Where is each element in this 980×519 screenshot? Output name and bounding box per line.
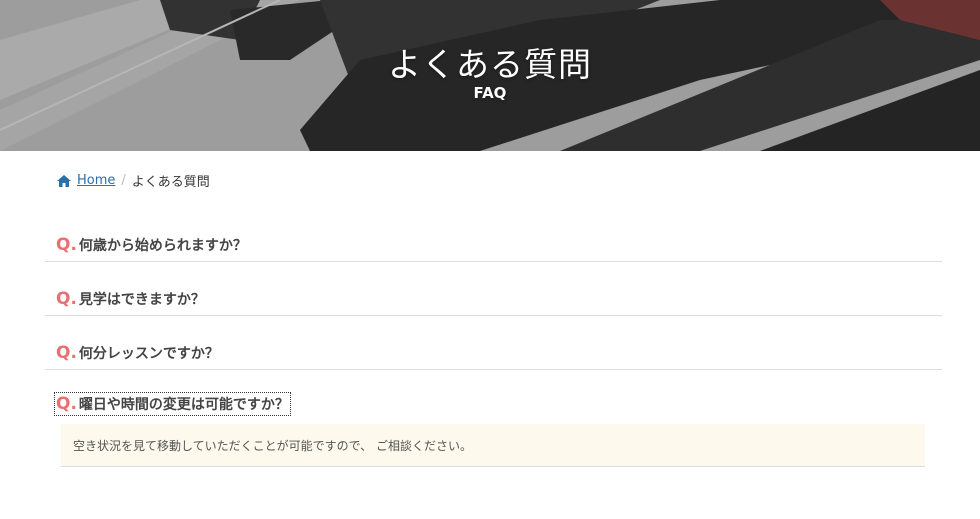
faq-item[interactable]: Q. 何分レッスンですか？ — [45, 337, 942, 370]
breadcrumb-separator: / — [121, 173, 126, 188]
breadcrumb-current: よくある質問 — [131, 175, 210, 190]
divider — [45, 369, 942, 370]
faq-question[interactable]: Q. 何分レッスンですか？ — [45, 337, 942, 369]
faq-question[interactable]: Q. 曜日や時間の変更は可能ですか？ — [45, 392, 942, 416]
faq-item-expanded[interactable]: Q. 曜日や時間の変更は可能ですか？ — [45, 392, 942, 416]
breadcrumb-home-link[interactable]: Home — [77, 173, 115, 188]
breadcrumb: Home / よくある質問 — [57, 171, 210, 190]
faq-answer: 空き状況を見て移動していただくことが可能ですので、 ご相談ください。 — [61, 424, 925, 467]
faq-question-text: 見学はできますか？ — [78, 292, 205, 308]
hero-banner: よくある質問 FAQ — [0, 0, 980, 151]
faq-question-focus[interactable]: Q. 曜日や時間の変更は可能ですか？ — [54, 392, 291, 416]
page-title: よくある質問 — [388, 45, 592, 84]
q-mark: Q. — [56, 289, 77, 309]
q-mark: Q. — [56, 235, 77, 255]
q-mark: Q. — [56, 394, 77, 414]
q-mark: Q. — [56, 343, 77, 363]
faq-question-text: 何分レッスンですか？ — [78, 346, 219, 362]
faq-question-text: 曜日や時間の変更は可能ですか？ — [78, 397, 289, 413]
faq-question-text: 何歳から始められますか？ — [78, 238, 247, 254]
faq-item[interactable]: Q. 何歳から始められますか？ — [45, 229, 942, 262]
home-icon[interactable] — [57, 174, 71, 187]
faq-question[interactable]: Q. 何歳から始められますか？ — [45, 229, 942, 261]
page-subtitle: FAQ — [473, 84, 507, 102]
divider — [45, 261, 942, 262]
divider — [45, 315, 942, 316]
faq-item[interactable]: Q. 見学はできますか？ — [45, 283, 942, 316]
faq-question[interactable]: Q. 見学はできますか？ — [45, 283, 942, 315]
